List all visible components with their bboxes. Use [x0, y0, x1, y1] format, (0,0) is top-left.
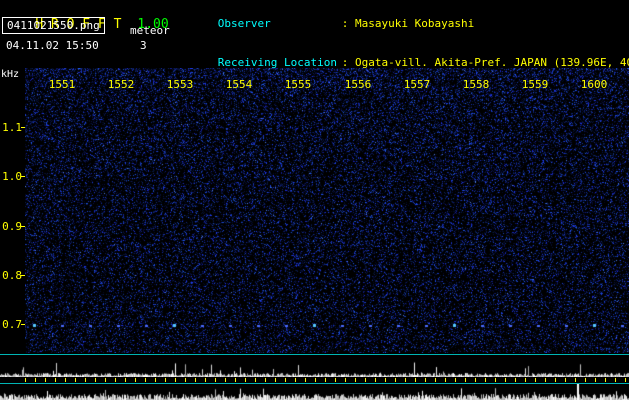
time-tick-label: 1554: [225, 78, 253, 91]
time-tick-label: 1557: [403, 78, 431, 91]
freq-tick: [21, 324, 25, 325]
signal-level-strip: [0, 384, 629, 400]
datetime-label: 04.11.02 15:50: [6, 39, 99, 52]
signal-strength-strip: [0, 355, 629, 377]
echo-count: 3: [140, 39, 147, 52]
freq-tick-label: 0.9: [2, 220, 22, 233]
time-tick-row: [25, 378, 629, 382]
filename-box: 0411021550.png: [2, 17, 105, 34]
time-tick-label: 1559: [521, 78, 549, 91]
info-label: Observer: [217, 17, 271, 30]
freq-tick: [21, 275, 25, 276]
time-tick-label: 1555: [284, 78, 312, 91]
separator-line: [0, 383, 629, 384]
time-tick-label: 1600: [580, 78, 608, 91]
time-tick-label: 1558: [462, 78, 490, 91]
spectrogram-canvas: [25, 68, 629, 353]
freq-tick-label: 0.8: [2, 269, 22, 282]
time-tick-label: 1551: [48, 78, 76, 91]
freq-unit-label: kHz: [1, 69, 20, 80]
freq-tick-label: 1.0: [2, 170, 22, 183]
time-tick-label: 1556: [344, 78, 372, 91]
info-row-observer: Observer : Masayuki Kobayashi: [178, 4, 629, 43]
hrofft-window: H R O F F T 1.00 0411021550.png meteor 04…: [0, 0, 629, 400]
spectrogram-plot: [25, 68, 629, 353]
separator-line: [0, 354, 629, 355]
time-tick-label: 1553: [166, 78, 194, 91]
time-tick-label: 1552: [107, 78, 135, 91]
freq-tick-label: 1.1: [2, 121, 22, 134]
freq-tick: [21, 127, 25, 128]
freq-tick-label: 0.7: [2, 318, 22, 331]
info-value: : Masayuki Kobayashi: [341, 17, 475, 30]
freq-tick: [21, 176, 25, 177]
mode-label: meteor: [130, 24, 170, 37]
freq-tick: [21, 226, 25, 227]
